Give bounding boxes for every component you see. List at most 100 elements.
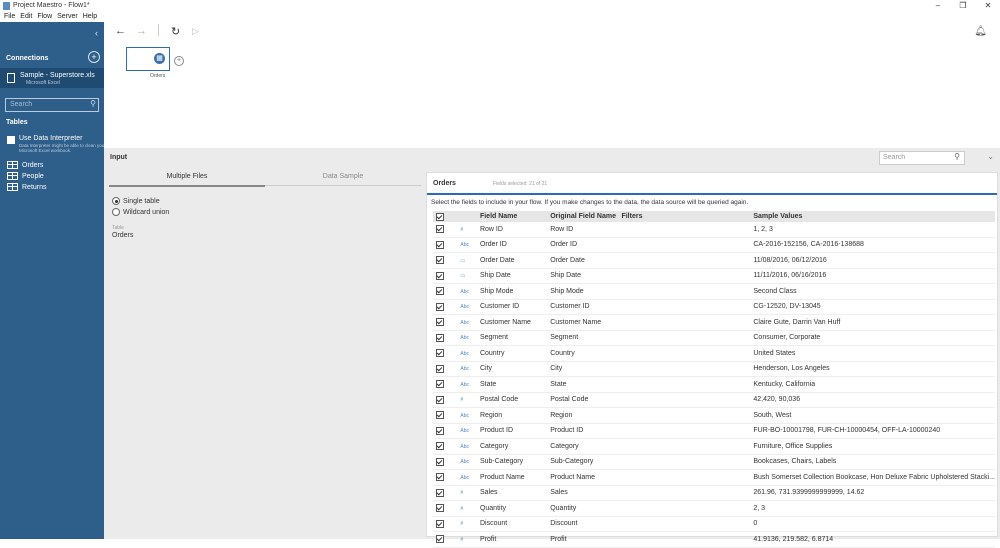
close-button[interactable]: ✕ bbox=[977, 0, 999, 11]
row-checkbox[interactable] bbox=[436, 302, 444, 311]
field-name[interactable]: Product Name bbox=[479, 469, 551, 486]
table-row[interactable]: Abc Country Country United States bbox=[433, 345, 995, 362]
table-row[interactable]: Abc Ship Mode Ship Mode Second Class bbox=[433, 283, 995, 300]
table-row[interactable]: Abc Region Region South, West bbox=[433, 407, 995, 424]
field-name[interactable]: Category bbox=[479, 438, 551, 455]
table-row[interactable]: Abc Order ID Order ID CA-2016-152156, CA-20… bbox=[433, 237, 995, 253]
field-name[interactable]: Customer ID bbox=[479, 299, 551, 315]
column-header[interactable]: Sample Values bbox=[753, 211, 995, 222]
table-row[interactable]: # Profit Profit 41.9136, 219.582, 6.8714 bbox=[433, 531, 995, 548]
tables-search-input[interactable]: Search ⚲ bbox=[5, 98, 99, 112]
tab-multiple-files[interactable]: Multiple Files bbox=[109, 168, 265, 187]
back-arrow-icon[interactable]: ← bbox=[115, 25, 126, 37]
row-checkbox[interactable] bbox=[436, 364, 444, 373]
table-row[interactable]: Abc Product Name Product Name Bush Somerset… bbox=[433, 469, 995, 486]
add-connection-button[interactable]: + bbox=[88, 51, 100, 63]
row-checkbox[interactable] bbox=[436, 395, 444, 404]
menu-server[interactable]: Server bbox=[57, 13, 78, 20]
menu-file[interactable]: File bbox=[4, 13, 15, 20]
input-search-input[interactable]: Search ⚲ bbox=[879, 151, 965, 165]
row-checkbox[interactable] bbox=[436, 411, 444, 420]
field-name[interactable]: Product ID bbox=[479, 423, 551, 439]
interpreter-checkbox[interactable] bbox=[7, 136, 15, 144]
field-name[interactable]: Customer Name bbox=[479, 314, 551, 331]
table-row[interactable]: # Quantity Quantity 2, 3 bbox=[433, 500, 995, 517]
row-checkbox[interactable] bbox=[436, 256, 444, 265]
table-row[interactable]: # Postal Code Postal Code 42,420, 90,036 bbox=[433, 392, 995, 408]
collapse-sidebar-icon[interactable]: ‹ bbox=[95, 28, 98, 38]
row-checkbox[interactable] bbox=[436, 287, 444, 296]
select-all-checkbox[interactable] bbox=[436, 212, 444, 221]
field-name[interactable]: Discount bbox=[479, 516, 551, 532]
field-name[interactable]: Ship Date bbox=[479, 268, 551, 284]
tab-data-sample[interactable]: Data Sample bbox=[265, 168, 421, 186]
chevron-down-icon[interactable]: ⌄ bbox=[987, 152, 994, 161]
field-name[interactable]: Order Date bbox=[479, 252, 551, 269]
row-checkbox[interactable] bbox=[436, 457, 444, 466]
field-name[interactable]: Profit bbox=[479, 531, 551, 548]
field-name[interactable]: Segment bbox=[479, 330, 551, 346]
row-checkbox[interactable] bbox=[436, 380, 444, 389]
field-name[interactable]: Sub-Category bbox=[479, 454, 551, 470]
field-name[interactable]: Order ID bbox=[479, 237, 551, 253]
column-header[interactable]: Original Field Name bbox=[550, 211, 622, 222]
field-name[interactable]: Quantity bbox=[479, 500, 551, 517]
row-checkbox[interactable] bbox=[436, 318, 444, 327]
menu-flow[interactable]: Flow bbox=[37, 13, 52, 20]
radio-single-table[interactable]: Single table bbox=[112, 197, 160, 205]
bell-icon[interactable]: 🔔︎ bbox=[974, 26, 987, 37]
connection-item[interactable]: Sample - Superstore.xls Microsoft Excel bbox=[0, 68, 104, 88]
table-item-people[interactable]: People bbox=[7, 172, 44, 180]
table-row[interactable]: Abc Category Category Furniture, Office Sup… bbox=[433, 438, 995, 455]
table-row[interactable]: ▭ Ship Date Ship Date 11/11/2016, 06/16/201… bbox=[433, 268, 995, 284]
row-checkbox[interactable] bbox=[436, 426, 444, 435]
row-checkbox-cell bbox=[433, 485, 461, 501]
refresh-icon[interactable]: ↻ bbox=[171, 25, 180, 38]
menu-help[interactable]: Help bbox=[83, 13, 97, 20]
row-checkbox[interactable] bbox=[436, 225, 444, 234]
row-checkbox[interactable] bbox=[436, 271, 444, 280]
row-checkbox[interactable] bbox=[436, 349, 444, 358]
row-checkbox[interactable] bbox=[436, 488, 444, 497]
flow-canvas[interactable]: ▦ + Orders bbox=[104, 42, 1000, 148]
field-name[interactable]: City bbox=[479, 361, 551, 377]
table-row[interactable]: Abc State State Kentucky, California bbox=[433, 376, 995, 393]
table-row[interactable]: Abc Customer ID Customer ID CG-12520, DV-13… bbox=[433, 299, 995, 315]
table-row[interactable]: Abc Product ID Product ID FUR-BO-10001798, … bbox=[433, 423, 995, 439]
row-checkbox[interactable] bbox=[436, 240, 444, 249]
table-item-returns[interactable]: Returns bbox=[7, 183, 47, 191]
field-name[interactable]: Ship Mode bbox=[479, 283, 551, 300]
table-row[interactable]: Abc Segment Segment Consumer, Corporate bbox=[433, 330, 995, 346]
column-header[interactable]: Filters bbox=[621, 211, 754, 222]
table-row[interactable]: Abc Customer Name Customer Name Claire Gute… bbox=[433, 314, 995, 331]
table-row[interactable]: # Row ID Row ID 1, 2, 3 bbox=[433, 222, 995, 238]
field-name[interactable]: Region bbox=[479, 407, 551, 424]
run-icon[interactable]: ▷ bbox=[192, 26, 199, 37]
radio-wildcard-union[interactable]: Wildcard union bbox=[112, 208, 169, 216]
flow-node-orders[interactable]: ▦ bbox=[126, 47, 170, 71]
row-checkbox[interactable] bbox=[436, 519, 444, 528]
column-header[interactable]: Field Name bbox=[479, 211, 551, 222]
table-row[interactable]: # Discount Discount 0 bbox=[433, 516, 995, 532]
row-checkbox[interactable] bbox=[436, 504, 444, 513]
field-name[interactable]: Postal Code bbox=[479, 392, 551, 408]
forward-arrow-icon[interactable]: → bbox=[136, 25, 147, 37]
field-name[interactable]: Row ID bbox=[479, 222, 551, 238]
row-checkbox[interactable] bbox=[436, 333, 444, 342]
menu-edit[interactable]: Edit bbox=[20, 13, 32, 20]
field-name[interactable]: State bbox=[479, 376, 551, 393]
maximize-button[interactable]: ❐ bbox=[952, 0, 974, 11]
field-type-icon: Abc bbox=[460, 237, 480, 253]
minimize-button[interactable]: – bbox=[927, 0, 949, 11]
row-checkbox[interactable] bbox=[436, 535, 444, 544]
field-name[interactable]: Sales bbox=[479, 485, 551, 501]
row-checkbox[interactable] bbox=[436, 473, 444, 482]
table-row[interactable]: Abc Sub-Category Sub-Category Bookcases, Ch… bbox=[433, 454, 995, 470]
field-name[interactable]: Country bbox=[479, 345, 551, 362]
table-item-orders[interactable]: Orders bbox=[7, 161, 43, 169]
add-step-button[interactable]: + bbox=[174, 56, 184, 66]
table-row[interactable]: # Sales Sales 261.96, 731.9399999999999, 14… bbox=[433, 485, 995, 501]
row-checkbox[interactable] bbox=[436, 442, 444, 451]
table-row[interactable]: ▭ Order Date Order Date 11/08/2016, 06/12/2… bbox=[433, 252, 995, 269]
table-row[interactable]: Abc City City Henderson, Los Angeles bbox=[433, 361, 995, 377]
